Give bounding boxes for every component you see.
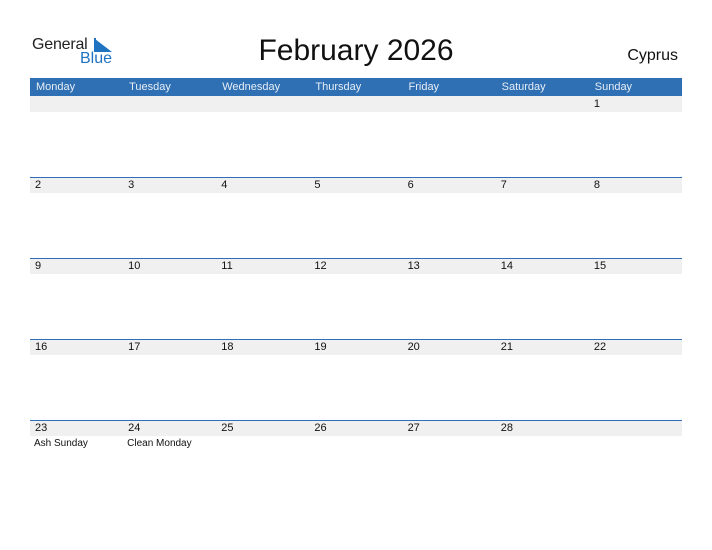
day-number: 10 xyxy=(128,260,141,272)
day-cell: 5 xyxy=(309,177,402,258)
day-cell xyxy=(496,96,589,177)
day-number: 24 xyxy=(128,422,141,434)
day-cell xyxy=(589,420,682,501)
day-cell: 2 xyxy=(30,177,123,258)
day-cell xyxy=(123,96,216,177)
holiday-label: Clean Monday xyxy=(127,438,192,449)
day-number: 22 xyxy=(593,341,607,353)
day-cell xyxy=(30,96,123,177)
week-row: 23 Ash Sunday 24 Clean Monday 25 26 27 28 xyxy=(30,420,682,501)
day-cell: 8 xyxy=(589,177,682,258)
holiday-label: Ash Sunday xyxy=(34,438,88,449)
day-number: 18 xyxy=(221,341,234,353)
weekday-thursday: Thursday xyxy=(315,81,362,93)
day-number: 1 xyxy=(593,98,600,110)
week-row: 1 xyxy=(30,96,682,177)
day-cell: 1 xyxy=(589,96,682,177)
calendar-title: February 2026 xyxy=(258,34,454,67)
day-cell xyxy=(403,96,496,177)
day-cell: 9 xyxy=(30,258,123,339)
day-number: 26 xyxy=(314,422,327,434)
day-cell: 13 xyxy=(403,258,496,339)
day-cell: 15 xyxy=(589,258,682,339)
weekday-tuesday: Tuesday xyxy=(129,81,171,93)
weekday-friday: Friday xyxy=(408,81,440,93)
day-number: 13 xyxy=(407,260,420,272)
day-number: 21 xyxy=(500,341,513,353)
day-number: 6 xyxy=(407,179,414,191)
day-number: 9 xyxy=(35,260,42,272)
day-cell: 6 xyxy=(403,177,496,258)
weekday-header: Monday Tuesday Wednesday Thursday Friday… xyxy=(30,78,682,96)
day-cell: 17 xyxy=(123,339,216,420)
day-number: 12 xyxy=(314,260,327,272)
day-number: 14 xyxy=(500,260,513,272)
week-row: 9 10 11 12 13 14 15 xyxy=(30,258,682,339)
day-number: 16 xyxy=(35,341,48,353)
day-number: 25 xyxy=(221,422,234,434)
day-number: 19 xyxy=(314,341,327,353)
day-cell: 16 xyxy=(30,339,123,420)
day-cell: 19 xyxy=(309,339,402,420)
day-number: 27 xyxy=(407,422,420,434)
day-cell: 12 xyxy=(309,258,402,339)
day-cell: 24 Clean Monday xyxy=(123,420,216,501)
day-number: 28 xyxy=(500,422,513,434)
day-number: 20 xyxy=(407,341,420,353)
day-cell: 23 Ash Sunday xyxy=(30,420,123,501)
day-number: 15 xyxy=(593,260,607,272)
country-label: Cyprus xyxy=(627,47,678,64)
day-number: 3 xyxy=(128,179,135,191)
day-number: 2 xyxy=(35,179,42,191)
day-cell: 7 xyxy=(496,177,589,258)
weekday-sunday: Sunday xyxy=(594,81,633,93)
day-cell xyxy=(309,96,402,177)
day-number: 17 xyxy=(128,341,141,353)
day-cell: 10 xyxy=(123,258,216,339)
day-number: 23 xyxy=(35,422,48,434)
day-cell: 20 xyxy=(403,339,496,420)
week-row: 16 17 18 19 20 21 22 xyxy=(30,339,682,420)
day-number: 5 xyxy=(314,179,321,191)
day-cell: 25 xyxy=(216,420,309,501)
day-cell: 28 xyxy=(496,420,589,501)
day-cell: 3 xyxy=(123,177,216,258)
day-cell: 14 xyxy=(496,258,589,339)
weekday-monday: Monday xyxy=(36,81,76,93)
day-cell: 11 xyxy=(216,258,309,339)
day-cell xyxy=(216,96,309,177)
day-cell: 27 xyxy=(403,420,496,501)
weekday-saturday: Saturday xyxy=(501,81,546,93)
week-row: 2 3 4 5 6 7 8 xyxy=(30,177,682,258)
day-number: 11 xyxy=(221,260,233,272)
day-cell: 18 xyxy=(216,339,309,420)
day-number: 8 xyxy=(593,179,600,191)
day-number: 7 xyxy=(500,179,507,191)
day-cell: 22 xyxy=(589,339,682,420)
day-cell: 21 xyxy=(496,339,589,420)
day-cell: 4 xyxy=(216,177,309,258)
weekday-wednesday: Wednesday xyxy=(222,81,281,93)
day-number: 4 xyxy=(221,179,228,191)
day-cell: 26 xyxy=(309,420,402,501)
